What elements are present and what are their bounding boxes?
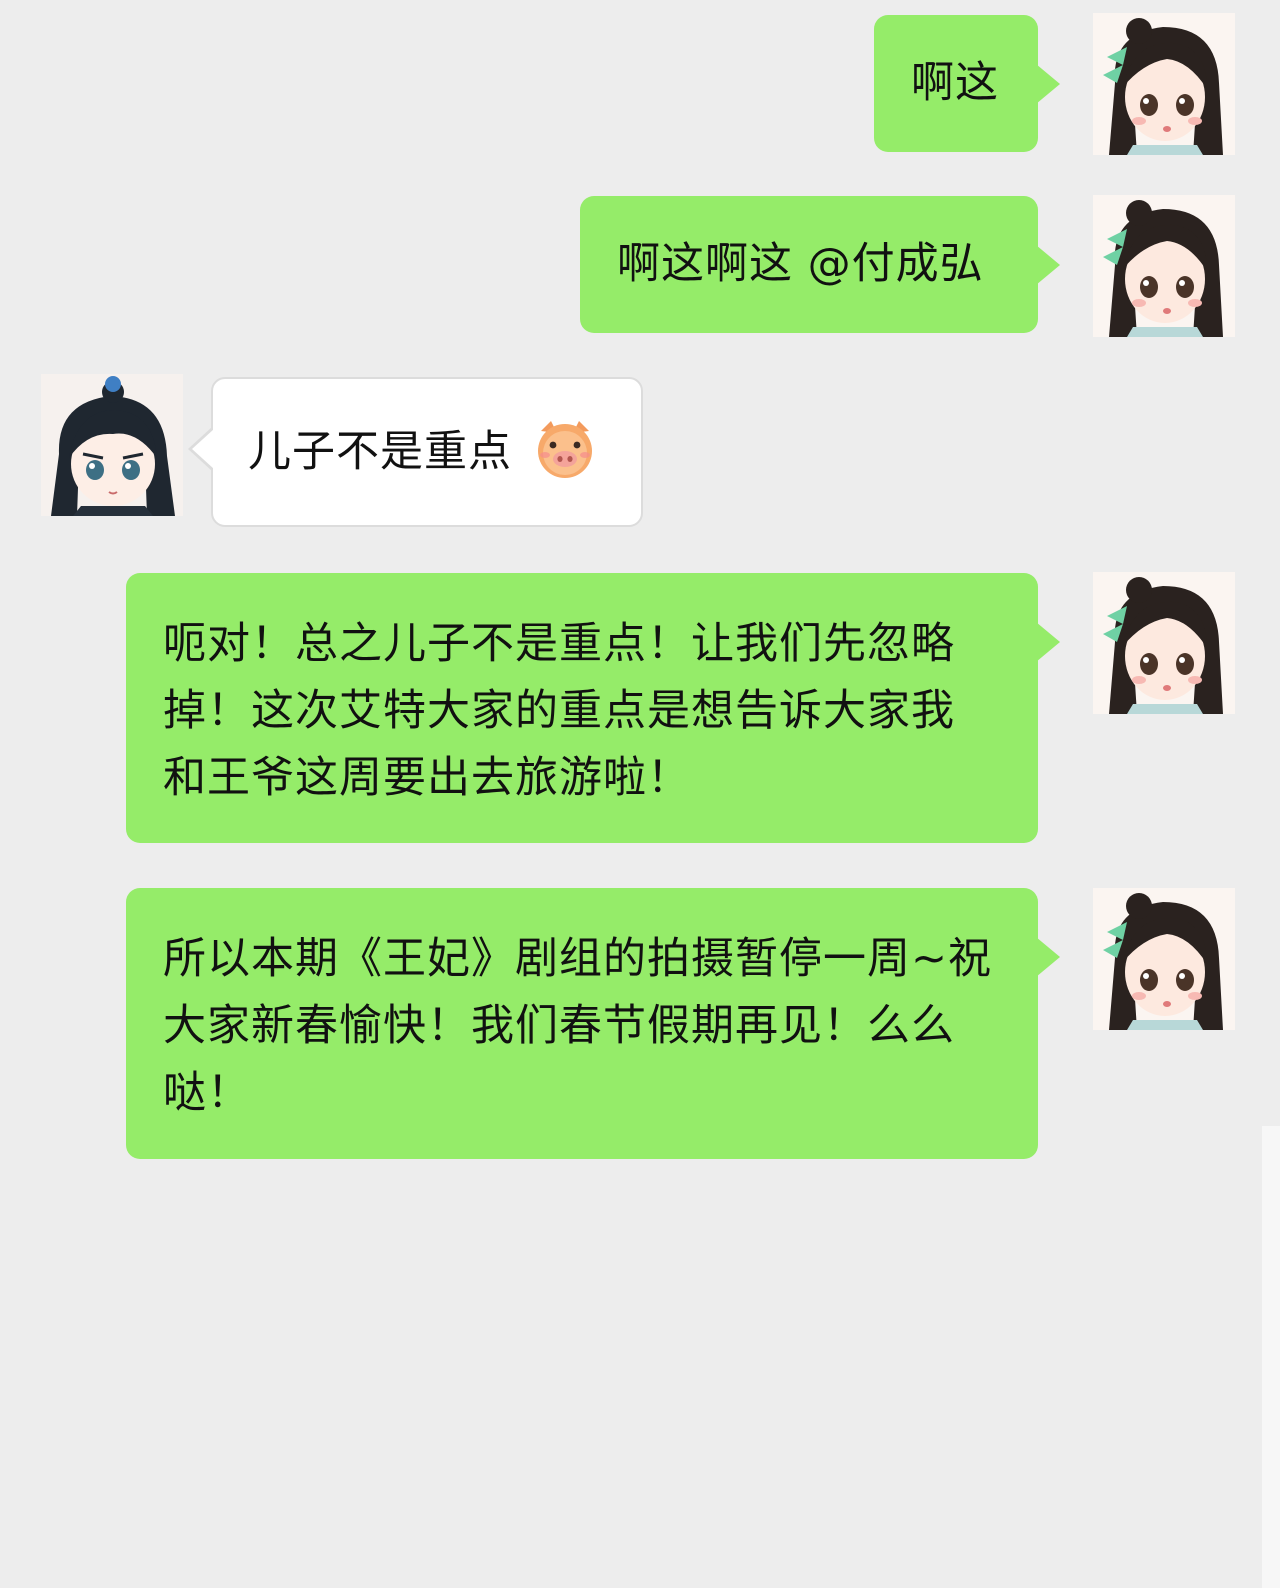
message-text: 所以本期《王妃》剧组的拍摄暂停一周~祝大家新春愉快！我们春节假期再见！么么哒！ xyxy=(163,934,993,1118)
message-text: 啊这 xyxy=(911,58,999,108)
message-bubble[interactable]: 儿子不是重点 xyxy=(188,377,643,527)
girl-avatar-icon[interactable] xyxy=(1093,572,1235,714)
girl-avatar-icon[interactable] xyxy=(1093,888,1235,1030)
pig-face-icon xyxy=(533,417,597,481)
boy-avatar-icon[interactable] xyxy=(41,374,183,516)
message-bubble[interactable]: 啊这啊这 @付成弘 xyxy=(580,196,1060,333)
chat-area: 啊这 啊这啊这 @付成弘 儿子不是重点 呃对！总之儿子不是重点！让我们先忽略掉！… xyxy=(0,0,1280,1588)
message-text: 儿子不是重点 xyxy=(248,427,512,477)
message-bubble[interactable]: 呃对！总之儿子不是重点！让我们先忽略掉！这次艾特大家的重点是想告诉大家我和王爷这… xyxy=(126,573,1060,843)
scrollbar-track[interactable] xyxy=(1262,1126,1280,1588)
girl-avatar-icon[interactable] xyxy=(1093,13,1235,155)
message-bubble[interactable]: 啊这 xyxy=(874,15,1060,152)
message-bubble[interactable]: 所以本期《王妃》剧组的拍摄暂停一周~祝大家新春愉快！我们春节假期再见！么么哒！ xyxy=(126,888,1060,1159)
girl-avatar-icon[interactable] xyxy=(1093,195,1235,337)
message-text: 啊这啊这 @付成弘 xyxy=(617,239,984,289)
message-text: 呃对！总之儿子不是重点！让我们先忽略掉！这次艾特大家的重点是想告诉大家我和王爷这… xyxy=(163,619,955,803)
